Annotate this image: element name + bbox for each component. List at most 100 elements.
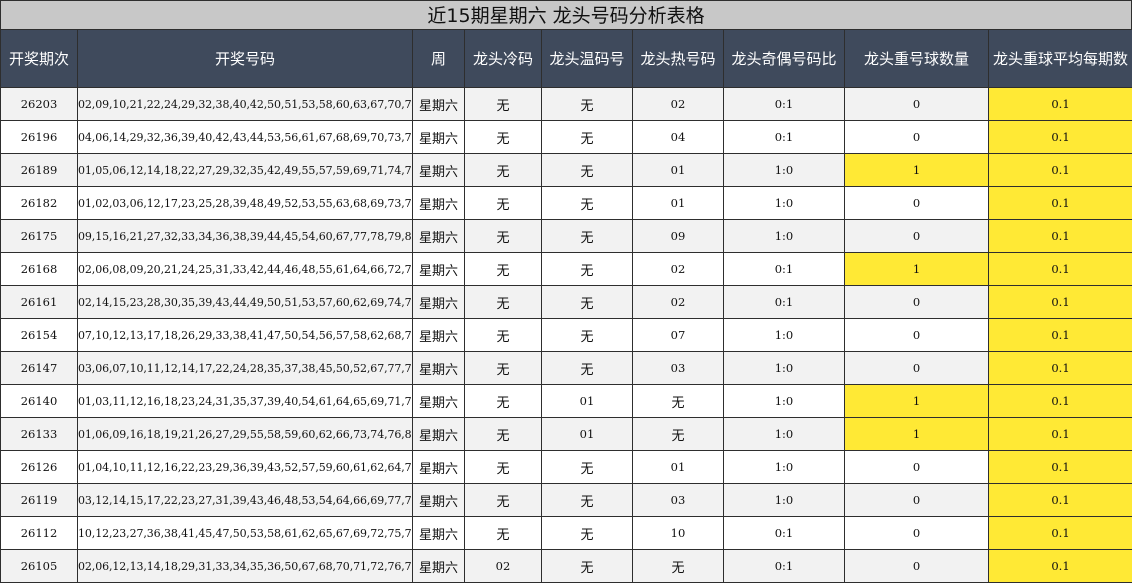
cell-hot: 09 xyxy=(632,219,724,253)
cell-week: 星期六 xyxy=(412,285,465,319)
cell-hot: 无 xyxy=(632,417,724,451)
cell-numbers: 01,03,11,12,16,18,23,24,31,35,37,39,40,5… xyxy=(77,384,413,418)
col-header-repeat: 龙头重号球数量 xyxy=(844,29,989,88)
cell-avg: 0.1 xyxy=(988,186,1132,220)
cell-week: 星期六 xyxy=(412,351,465,385)
cell-numbers: 07,10,12,13,17,18,26,29,33,38,41,47,50,5… xyxy=(77,318,413,352)
table-row: 26175 09,15,16,21,27,32,33,34,36,38,39,44… xyxy=(0,219,1132,253)
cell-numbers: 09,15,16,21,27,32,33,34,36,38,39,44,45,5… xyxy=(77,219,413,253)
cell-warm: 无 xyxy=(541,120,633,154)
cell-repeat: 0 xyxy=(844,483,989,517)
cell-cold: 无 xyxy=(464,351,542,385)
cell-cold: 无 xyxy=(464,285,542,319)
cell-period: 26161 xyxy=(0,285,78,319)
table-row: 26168 02,06,08,09,20,21,24,25,31,33,42,44… xyxy=(0,252,1132,286)
cell-avg: 0.1 xyxy=(988,318,1132,352)
cell-period: 26182 xyxy=(0,186,78,220)
table-row: 26161 02,14,15,23,28,30,35,39,43,44,49,50… xyxy=(0,285,1132,319)
cell-warm: 无 xyxy=(541,219,633,253)
table-row: 26147 03,06,07,10,11,12,14,17,22,24,28,35… xyxy=(0,351,1132,385)
cell-period: 26119 xyxy=(0,483,78,517)
cell-repeat: 0 xyxy=(844,120,989,154)
cell-period: 26154 xyxy=(0,318,78,352)
cell-hot: 无 xyxy=(632,384,724,418)
col-header-week: 周 xyxy=(412,29,465,88)
cell-hot: 07 xyxy=(632,318,724,352)
cell-numbers: 04,06,14,29,32,36,39,40,42,43,44,53,56,6… xyxy=(77,120,413,154)
table-row: 26154 07,10,12,13,17,18,26,29,33,38,41,47… xyxy=(0,318,1132,352)
cell-cold: 无 xyxy=(464,384,542,418)
cell-cold: 无 xyxy=(464,483,542,517)
cell-repeat: 1 xyxy=(844,153,989,187)
cell-repeat: 0 xyxy=(844,87,989,121)
cell-period: 26133 xyxy=(0,417,78,451)
cell-week: 星期六 xyxy=(412,153,465,187)
col-header-hot: 龙头热号码 xyxy=(632,29,724,88)
cell-numbers: 03,12,14,15,17,22,23,27,31,39,43,46,48,5… xyxy=(77,483,413,517)
cell-cold: 无 xyxy=(464,87,542,121)
cell-ratio: 1:0 xyxy=(723,351,845,385)
cell-cold: 无 xyxy=(464,252,542,286)
cell-hot: 10 xyxy=(632,516,724,550)
cell-numbers: 03,06,07,10,11,12,14,17,22,24,28,35,37,3… xyxy=(77,351,413,385)
cell-period: 26147 xyxy=(0,351,78,385)
cell-repeat: 0 xyxy=(844,450,989,484)
cell-week: 星期六 xyxy=(412,186,465,220)
table-row: 26112 10,12,23,27,36,38,41,45,47,50,53,58… xyxy=(0,516,1132,550)
cell-avg: 0.1 xyxy=(988,153,1132,187)
cell-period: 26189 xyxy=(0,153,78,187)
cell-period: 26196 xyxy=(0,120,78,154)
cell-hot: 01 xyxy=(632,153,724,187)
table-row: 26182 01,02,03,06,12,17,23,25,28,39,48,49… xyxy=(0,186,1132,220)
table-row: 26189 01,05,06,12,14,18,22,27,29,32,35,42… xyxy=(0,153,1132,187)
cell-repeat: 1 xyxy=(844,417,989,451)
cell-repeat: 1 xyxy=(844,252,989,286)
cell-hot: 04 xyxy=(632,120,724,154)
cell-cold: 无 xyxy=(464,153,542,187)
cell-cold: 无 xyxy=(464,219,542,253)
cell-warm: 无 xyxy=(541,450,633,484)
cell-ratio: 0:1 xyxy=(723,87,845,121)
cell-week: 星期六 xyxy=(412,87,465,121)
cell-avg: 0.1 xyxy=(988,120,1132,154)
cell-numbers: 02,06,12,13,14,18,29,31,33,34,35,36,50,6… xyxy=(77,549,413,583)
cell-ratio: 1:0 xyxy=(723,153,845,187)
cell-hot: 01 xyxy=(632,186,724,220)
cell-warm: 无 xyxy=(541,318,633,352)
cell-period: 26126 xyxy=(0,450,78,484)
cell-repeat: 0 xyxy=(844,318,989,352)
cell-ratio: 0:1 xyxy=(723,285,845,319)
cell-numbers: 01,06,09,16,18,19,21,26,27,29,55,58,59,6… xyxy=(77,417,413,451)
table-row: 26203 02,09,10,21,22,24,29,32,38,40,42,50… xyxy=(0,87,1132,121)
table-row: 26140 01,03,11,12,16,18,23,24,31,35,37,39… xyxy=(0,384,1132,418)
cell-cold: 无 xyxy=(464,186,542,220)
cell-avg: 0.1 xyxy=(988,384,1132,418)
cell-week: 星期六 xyxy=(412,450,465,484)
cell-period: 26203 xyxy=(0,87,78,121)
cell-hot: 无 xyxy=(632,549,724,583)
cell-ratio: 1:0 xyxy=(723,219,845,253)
cell-warm: 无 xyxy=(541,351,633,385)
table-title: 近15期星期六 龙头号码分析表格 xyxy=(0,0,1132,29)
cell-avg: 0.1 xyxy=(988,252,1132,286)
cell-hot: 02 xyxy=(632,252,724,286)
cell-repeat: 0 xyxy=(844,219,989,253)
cell-period: 26140 xyxy=(0,384,78,418)
cell-period: 26168 xyxy=(0,252,78,286)
cell-warm: 无 xyxy=(541,252,633,286)
cell-avg: 0.1 xyxy=(988,483,1132,517)
cell-hot: 01 xyxy=(632,450,724,484)
cell-repeat: 0 xyxy=(844,549,989,583)
col-header-numbers: 开奖号码 xyxy=(77,29,413,88)
cell-week: 星期六 xyxy=(412,252,465,286)
cell-avg: 0.1 xyxy=(988,450,1132,484)
cell-warm: 无 xyxy=(541,285,633,319)
cell-repeat: 0 xyxy=(844,186,989,220)
cell-repeat: 0 xyxy=(844,351,989,385)
cell-hot: 02 xyxy=(632,87,724,121)
cell-period: 26105 xyxy=(0,549,78,583)
cell-avg: 0.1 xyxy=(988,87,1132,121)
cell-ratio: 0:1 xyxy=(723,252,845,286)
cell-numbers: 02,06,08,09,20,21,24,25,31,33,42,44,46,4… xyxy=(77,252,413,286)
cell-period: 26112 xyxy=(0,516,78,550)
